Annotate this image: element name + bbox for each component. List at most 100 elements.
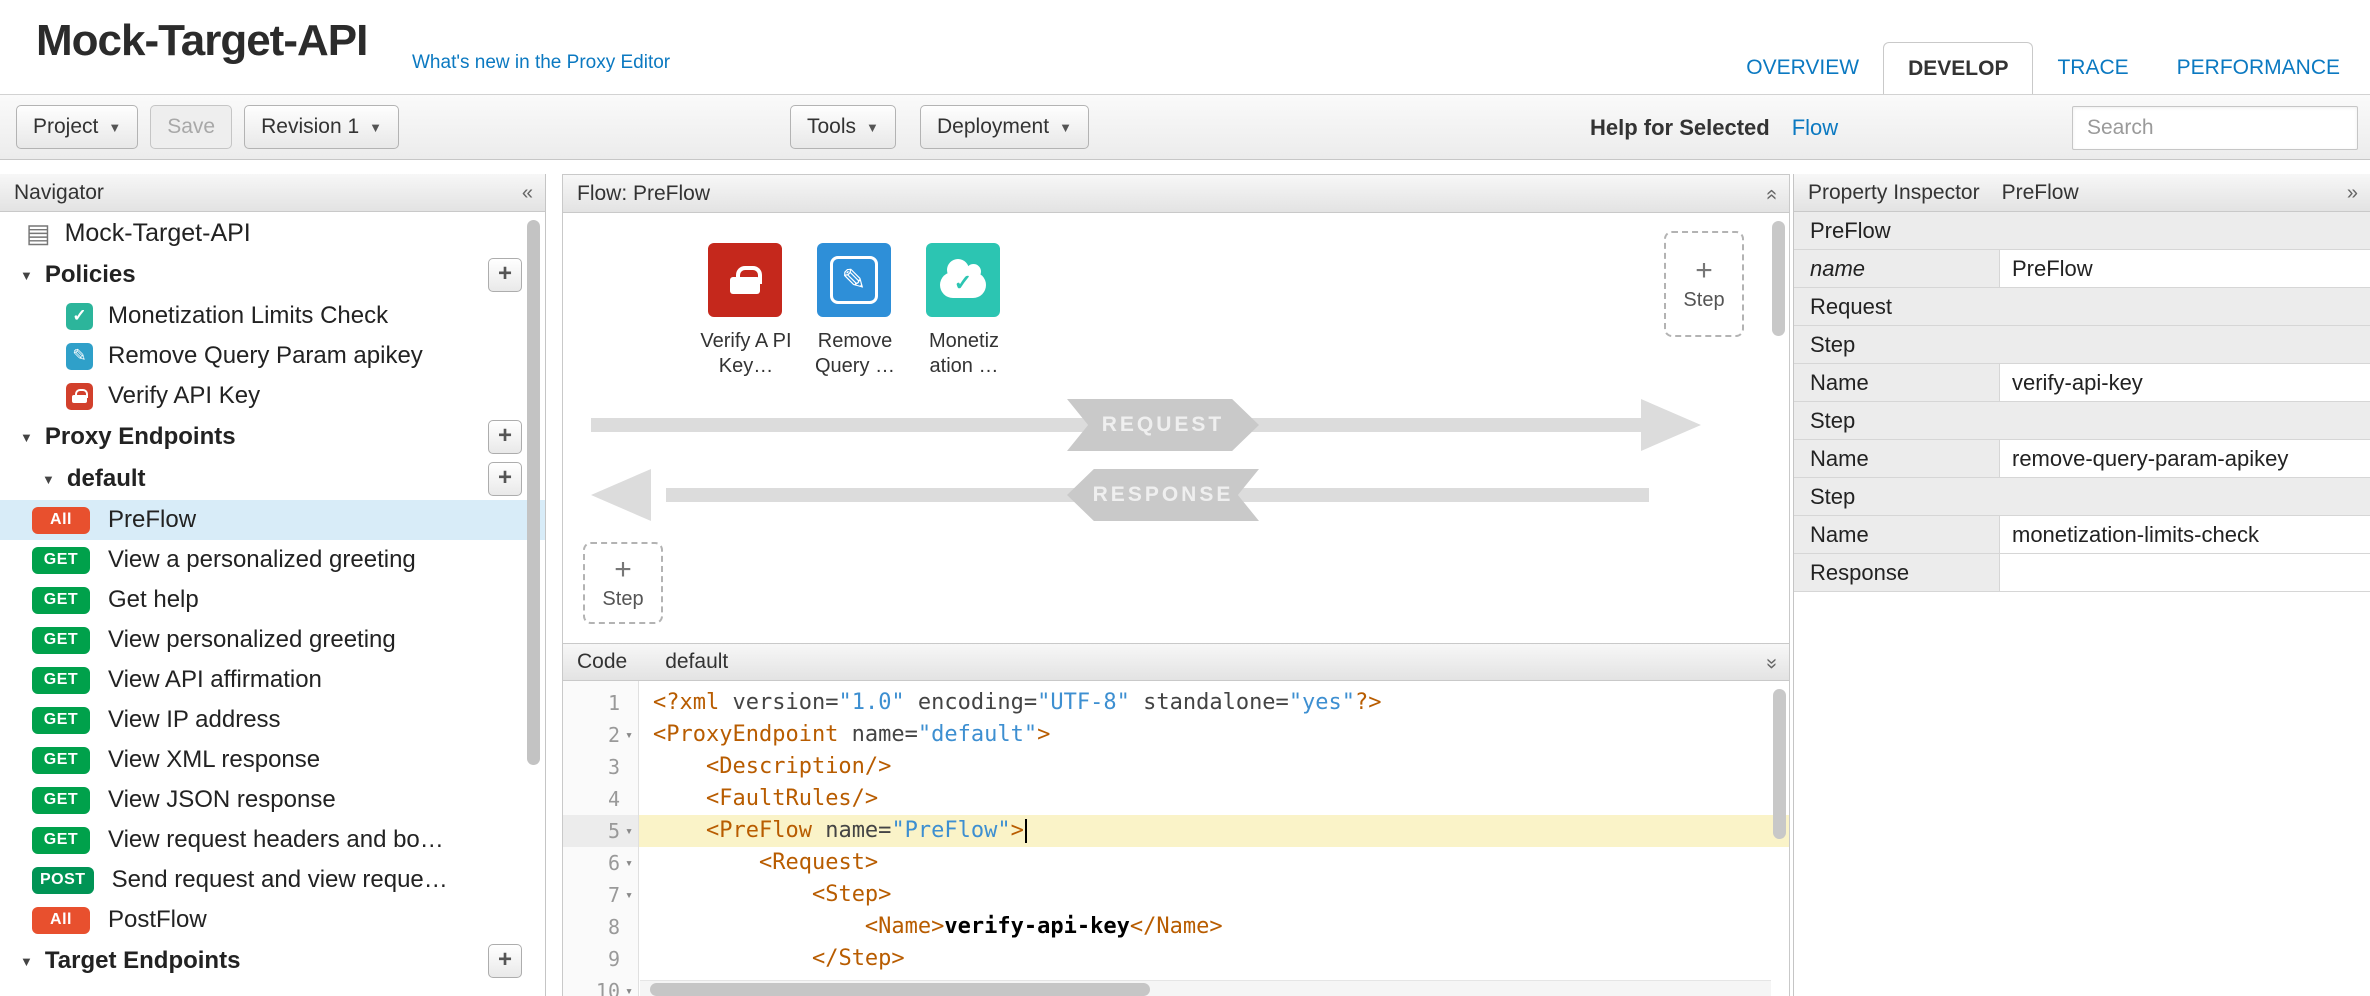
nav-section-policies[interactable]: ▼ Policies +: [0, 254, 545, 296]
flow-node-verify-api-key[interactable]: [708, 243, 782, 317]
toolbar: Project ▼ Save Revision 1 ▼ Tools ▼ Depl…: [0, 94, 2370, 160]
nav-endpoint[interactable]: GET View XML response: [0, 740, 545, 780]
deployment-button[interactable]: Deployment ▼: [920, 105, 1089, 149]
nav-item-root[interactable]: ▤ Mock-Target-API: [0, 212, 545, 254]
navigator-content: ▤ Mock-Target-API ▼ Policies + ✓ Monetiz…: [0, 212, 545, 996]
flow-panel-title: Flow: PreFlow: [577, 182, 710, 206]
fold-toggle-icon[interactable]: ▾: [620, 888, 638, 903]
property-key: Name: [1794, 364, 2000, 401]
property-value[interactable]: monetization-limits-check: [2000, 516, 2370, 553]
property-value[interactable]: remove-query-param-apikey: [2000, 440, 2370, 477]
tab-overview[interactable]: OVERVIEW: [1722, 42, 1883, 94]
revision-button[interactable]: Revision 1 ▼: [244, 105, 399, 149]
code-line[interactable]: <PreFlow name="PreFlow">: [639, 815, 1789, 847]
whats-new-link[interactable]: What's new in the Proxy Editor: [412, 52, 670, 74]
search-input[interactable]: [2072, 106, 2358, 150]
nav-endpoint-postflow[interactable]: All PostFlow: [0, 900, 545, 940]
code-line[interactable]: <Description/>: [639, 751, 1789, 783]
inspector-kv-row: Name monetization-limits-check: [1794, 516, 2370, 554]
nav-endpoint[interactable]: POST Send request and view reque…: [0, 860, 545, 900]
nav-endpoint-preflow[interactable]: All PreFlow: [0, 500, 545, 540]
fold-toggle-icon[interactable]: ▾: [620, 824, 638, 839]
fold-toggle-icon[interactable]: ▾: [620, 984, 638, 996]
cloud-check-icon: ✓: [940, 272, 986, 298]
nav-endpoint[interactable]: GET View IP address: [0, 700, 545, 740]
code-line-number[interactable]: 7▾: [563, 879, 638, 911]
disclosure-triangle-icon[interactable]: ▼: [20, 268, 33, 283]
code-line[interactable]: <FaultRules/>: [639, 783, 1789, 815]
help-flow-link[interactable]: Flow: [1792, 115, 1838, 141]
code-line[interactable]: <Name>verify-api-key</Name>: [639, 911, 1789, 943]
code-horizontal-scrollbar[interactable]: [650, 983, 1150, 996]
chevron-down-icon: ▼: [1059, 120, 1072, 135]
code-line[interactable]: <Step>: [639, 879, 1789, 911]
add-step-button-response[interactable]: + Step: [583, 542, 663, 624]
nav-policy-remove-query-param[interactable]: ✎ Remove Query Param apikey: [0, 336, 545, 376]
property-value[interactable]: PreFlow: [2000, 250, 2370, 287]
fold-toggle-icon[interactable]: ▾: [620, 856, 638, 871]
nav-policy-monetization[interactable]: ✓ Monetization Limits Check: [0, 296, 545, 336]
property-value[interactable]: [2000, 554, 2370, 591]
nav-endpoint[interactable]: GET View a personalized greeting: [0, 540, 545, 580]
save-button[interactable]: Save: [150, 105, 232, 149]
expand-panel-icon[interactable]: »: [2347, 182, 2358, 205]
nav-group-default[interactable]: ▼ default +: [0, 458, 545, 500]
code-line-number[interactable]: 6▾: [563, 847, 638, 879]
tab-trace[interactable]: TRACE: [2033, 42, 2152, 94]
code-vertical-scrollbar[interactable]: [1773, 689, 1786, 839]
nav-section-target-endpoints[interactable]: ▼ Target Endpoints +: [0, 940, 545, 982]
code-editor[interactable]: 12▾345▾6▾7▾8910▾ <?xml version="1.0" enc…: [563, 681, 1789, 996]
code-line-number[interactable]: 2▾: [563, 719, 638, 751]
disclosure-triangle-icon[interactable]: ▼: [42, 472, 55, 487]
fold-toggle-icon[interactable]: ▾: [620, 728, 638, 743]
nav-endpoint[interactable]: GET View API affirmation: [0, 660, 545, 700]
endpoint-label: View XML response: [108, 746, 320, 774]
add-flow-button[interactable]: +: [488, 462, 522, 496]
flow-node-monetization[interactable]: ✓: [926, 243, 1000, 317]
nav-endpoint[interactable]: GET View request headers and bo…: [0, 820, 545, 860]
code-text[interactable]: <?xml version="1.0" encoding="UTF-8" sta…: [639, 681, 1789, 996]
method-badge: GET: [32, 787, 90, 814]
inspector-section-row: Request: [1794, 288, 2370, 326]
code-line[interactable]: </Step>: [639, 943, 1789, 975]
section-label: PreFlow: [1794, 212, 2370, 249]
collapse-code-icon[interactable]: »: [1760, 657, 1783, 668]
code-line[interactable]: <ProxyEndpoint name="default">: [639, 719, 1789, 751]
nav-section-proxy-endpoints[interactable]: ▼ Proxy Endpoints +: [0, 416, 545, 458]
app-header: Mock-Target-API What's new in the Proxy …: [0, 0, 2370, 94]
collapse-panel-icon[interactable]: «: [522, 182, 533, 205]
flow-node-remove-query[interactable]: ✎: [817, 243, 891, 317]
add-target-endpoint-button[interactable]: +: [488, 944, 522, 978]
disclosure-triangle-icon[interactable]: ▼: [20, 954, 33, 969]
add-proxy-endpoint-button[interactable]: +: [488, 420, 522, 454]
nav-endpoint[interactable]: GET View personalized greeting: [0, 620, 545, 660]
policies-section-label: Policies: [45, 261, 136, 289]
code-line[interactable]: <?xml version="1.0" encoding="UTF-8" sta…: [639, 687, 1789, 719]
project-button[interactable]: Project ▼: [16, 105, 138, 149]
nav-endpoint[interactable]: GET Get help: [0, 580, 545, 620]
inspector-section-row: Step: [1794, 478, 2370, 516]
flow-header: Flow: PreFlow »: [563, 175, 1789, 213]
navigator-scrollbar[interactable]: [527, 220, 540, 765]
flow-canvas-scrollbar[interactable]: [1772, 221, 1785, 336]
code-line-number[interactable]: 10▾: [563, 975, 638, 996]
lock-icon: [66, 383, 93, 410]
add-policy-button[interactable]: +: [488, 258, 522, 292]
disclosure-triangle-icon[interactable]: ▼: [20, 430, 33, 445]
code-line-number: 8: [563, 911, 638, 943]
code-line[interactable]: <Request>: [639, 847, 1789, 879]
nav-policy-verify-api-key[interactable]: Verify API Key: [0, 376, 545, 416]
code-line-number[interactable]: 5▾: [563, 815, 638, 847]
response-banner: RESPONSE: [1067, 469, 1259, 521]
save-button-label: Save: [167, 115, 215, 139]
tools-button[interactable]: Tools ▼: [790, 105, 896, 149]
method-badge: GET: [32, 707, 90, 734]
property-value[interactable]: verify-api-key: [2000, 364, 2370, 401]
proxy-endpoints-section-label: Proxy Endpoints: [45, 423, 236, 451]
collapse-flow-icon[interactable]: »: [1760, 188, 1783, 199]
endpoint-label: View JSON response: [108, 786, 336, 814]
tab-develop[interactable]: DEVELOP: [1883, 42, 2033, 94]
nav-endpoint[interactable]: GET View JSON response: [0, 780, 545, 820]
add-step-button-request[interactable]: + Step: [1664, 231, 1744, 337]
tab-performance[interactable]: PERFORMANCE: [2153, 42, 2364, 94]
